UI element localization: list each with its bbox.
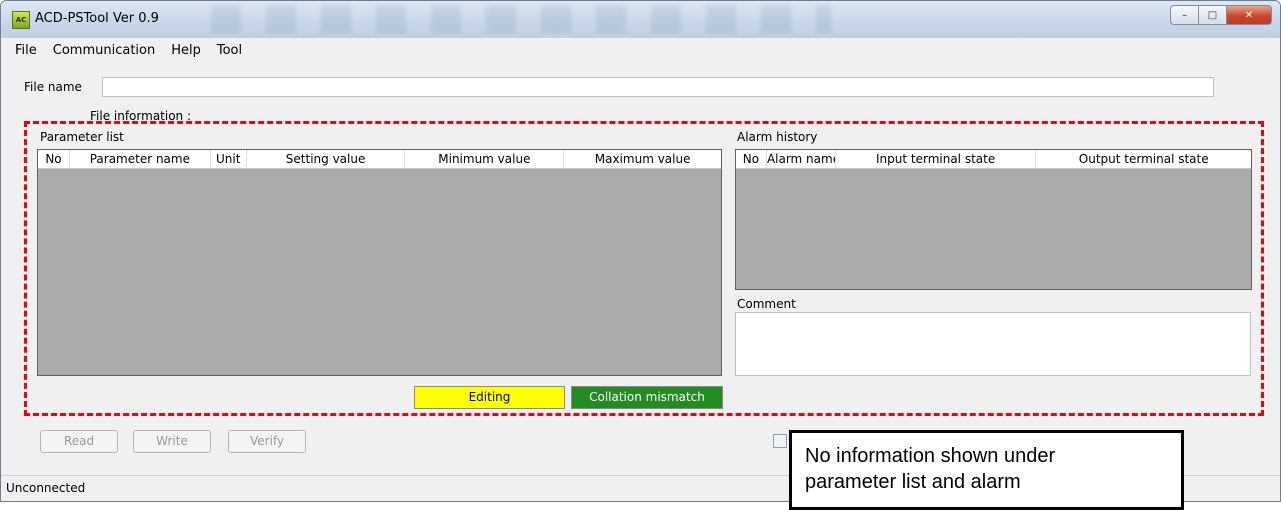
column-header-alarm-no[interactable]: No (736, 150, 767, 168)
alarm-history-title: Alarm history (737, 130, 818, 144)
parameter-list-header: No Parameter name Unit Setting value Min… (38, 150, 721, 169)
verify-button[interactable]: Verify (228, 430, 306, 453)
file-name-input[interactable] (102, 77, 1214, 97)
annotation-callout: No information shown under parameter lis… (789, 430, 1184, 510)
menu-bar: File Communication Help Tool (1, 38, 1280, 62)
minimize-icon: – (1182, 9, 1187, 21)
parameter-list-grid[interactable]: No Parameter name Unit Setting value Min… (37, 149, 722, 376)
window-title: ACD-PSTool Ver 0.9 (35, 11, 159, 26)
write-button[interactable]: Write (133, 430, 211, 453)
app-icon: AC (12, 11, 30, 29)
column-header-minimum-value[interactable]: Minimum value (405, 150, 565, 168)
column-header-output-terminal-state[interactable]: Output terminal state (1036, 150, 1251, 168)
maximize-button[interactable]: □ (1198, 5, 1226, 25)
close-button[interactable]: ✕ (1226, 5, 1272, 25)
callout-line-2: parameter list and alarm (805, 471, 1021, 493)
column-header-alarm-name[interactable]: Alarm name (767, 150, 836, 168)
menu-tool[interactable]: Tool (209, 43, 250, 58)
read-button[interactable]: Read (40, 430, 118, 453)
column-header-unit[interactable]: Unit (211, 150, 247, 168)
file-information-label: File information : (90, 109, 192, 123)
file-name-label: File name (24, 80, 82, 94)
comment-textarea[interactable] (735, 312, 1251, 376)
blurred-background (211, 5, 831, 33)
close-icon: ✕ (1244, 9, 1254, 21)
editing-indicator: Editing (414, 386, 565, 409)
title-bar[interactable]: AC ACD-PSTool Ver 0.9 – □ ✕ (1, 1, 1280, 38)
menu-file[interactable]: File (7, 43, 45, 58)
alarm-history-grid[interactable]: No Alarm name Input terminal state Outpu… (735, 149, 1252, 290)
menu-communication[interactable]: Communication (45, 43, 163, 58)
column-header-input-terminal-state[interactable]: Input terminal state (836, 150, 1037, 168)
parameter-list-title: Parameter list (40, 130, 124, 144)
callout-line-1: No information shown under (805, 445, 1056, 467)
column-header-maximum-value[interactable]: Maximum value (564, 150, 721, 168)
alarm-history-header: No Alarm name Input terminal state Outpu… (736, 150, 1251, 169)
collation-mismatch-indicator: Collation mismatch (571, 386, 723, 409)
maximize-icon: □ (1207, 9, 1218, 21)
comment-label: Comment (737, 297, 796, 311)
window-controls: – □ ✕ (1170, 5, 1272, 25)
menu-help[interactable]: Help (163, 43, 209, 58)
app-window: AC ACD-PSTool Ver 0.9 – □ ✕ File Communi… (0, 0, 1281, 502)
column-header-setting-value[interactable]: Setting value (247, 150, 406, 168)
column-header-parameter-name[interactable]: Parameter name (70, 150, 211, 168)
option-checkbox[interactable] (773, 434, 787, 448)
minimize-button[interactable]: – (1170, 5, 1198, 25)
connection-status: Unconnected (6, 481, 86, 495)
column-header-no[interactable]: No (38, 150, 70, 168)
